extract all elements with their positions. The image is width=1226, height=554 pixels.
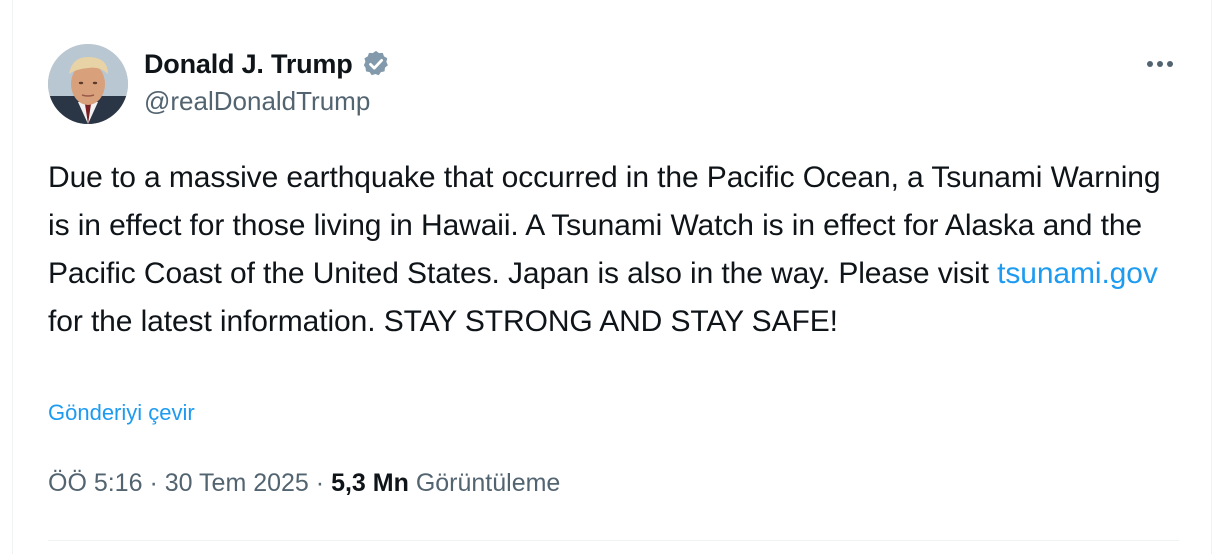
divider (48, 540, 1179, 541)
views-count: 5,3 Mn (331, 469, 409, 497)
tsunami-link[interactable]: tsunami.gov (997, 257, 1158, 290)
verified-badge-icon[interactable] (361, 49, 391, 79)
avatar-image (48, 44, 128, 124)
author-name-row: Donald J. Trump (144, 44, 391, 84)
meta-separator: · (315, 469, 325, 497)
tweet-meta: ÖÖ 5:16 · 30 Tem 2025 · 5,3 Mn Görüntüle… (48, 469, 560, 498)
tweet-text-after-link: for the latest information. STAY STRONG … (48, 305, 838, 338)
tweet-date[interactable]: 30 Tem 2025 (165, 469, 309, 497)
more-horizontal-icon[interactable] (1141, 50, 1179, 78)
avatar[interactable] (48, 44, 128, 124)
translate-post-link[interactable]: Gönderiyi çevir (48, 400, 195, 426)
tweet-text: Due to a massive earthquake that occurre… (48, 154, 1188, 346)
views-label: Görüntüleme (415, 469, 561, 497)
meta-separator: · (149, 469, 158, 497)
tweet-card: Donald J. Trump @realDonaldTrump Due to … (12, 0, 1212, 554)
tweet-time[interactable]: ÖÖ 5:16 (48, 469, 143, 497)
author-handle[interactable]: @realDonaldTrump (144, 86, 370, 117)
tweet-text-before-link: Due to a massive earthquake that occurre… (48, 161, 1161, 290)
display-name[interactable]: Donald J. Trump (144, 49, 353, 80)
